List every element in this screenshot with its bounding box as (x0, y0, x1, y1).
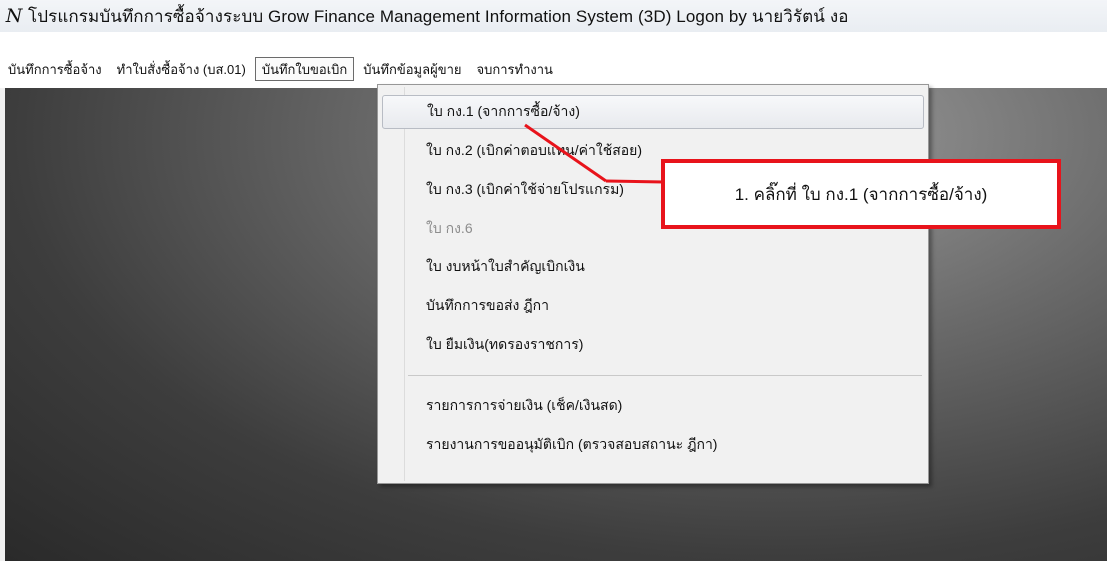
title-bar: N โปรแกรมบันทึกการซื้อจ้างระบบ Grow Fina… (0, 0, 1107, 32)
menu-bar: บันทึกการซื้อจ้าง ทำใบสั่งซื้อจ้าง (บส.0… (0, 54, 1107, 84)
menu-vendor-info[interactable]: บันทึกข้อมูลผู้ขาย (357, 57, 467, 81)
menu-item-approval-report[interactable]: รายงานการขออนุมัติเบิก (ตรวจสอบสถานะ ฎีก… (382, 428, 924, 462)
menu-item-cash-advance[interactable]: ใบ ยืมเงิน(ทดรองราชการ) (382, 328, 924, 362)
menu-item-voucher-summary[interactable]: ใบ งบหน้าใบสำคัญเบิกเงิน (382, 250, 924, 284)
menu-purchase-order[interactable]: ทำใบสั่งซื้อจ้าง (บส.01) (111, 57, 252, 81)
window-title: โปรแกรมบันทึกการซื้อจ้างระบบ Grow Financ… (28, 6, 849, 26)
menu-separator (408, 375, 922, 376)
menu-exit[interactable]: จบการทำงาน (471, 57, 559, 81)
app-logo-icon: N (5, 5, 23, 27)
menu-item-payment-list[interactable]: รายการการจ่ายเงิน (เช็ค/เงินสด) (382, 389, 924, 423)
menu-item-submit-voucher[interactable]: บันทึกการขอส่ง ฎีกา (382, 289, 924, 323)
menu-withdrawal-form[interactable]: บันทึกใบขอเบิก (254, 57, 355, 81)
withdrawal-dropdown-menu: ใบ กง.1 (จากการซื้อ/จ้าง) ใบ กง.2 (เบิกค… (377, 84, 929, 484)
menu-purchase-record[interactable]: บันทึกการซื้อจ้าง (2, 57, 108, 81)
menu-item-kong1[interactable]: ใบ กง.1 (จากการซื้อ/จ้าง) (382, 95, 924, 129)
annotation-callout: 1. คลิ๊กที่ ใบ กง.1 (จากการซื้อ/จ้าง) (661, 159, 1061, 229)
annotation-text: 1. คลิ๊กที่ ใบ กง.1 (จากการซื้อ/จ้าง) (734, 184, 988, 204)
